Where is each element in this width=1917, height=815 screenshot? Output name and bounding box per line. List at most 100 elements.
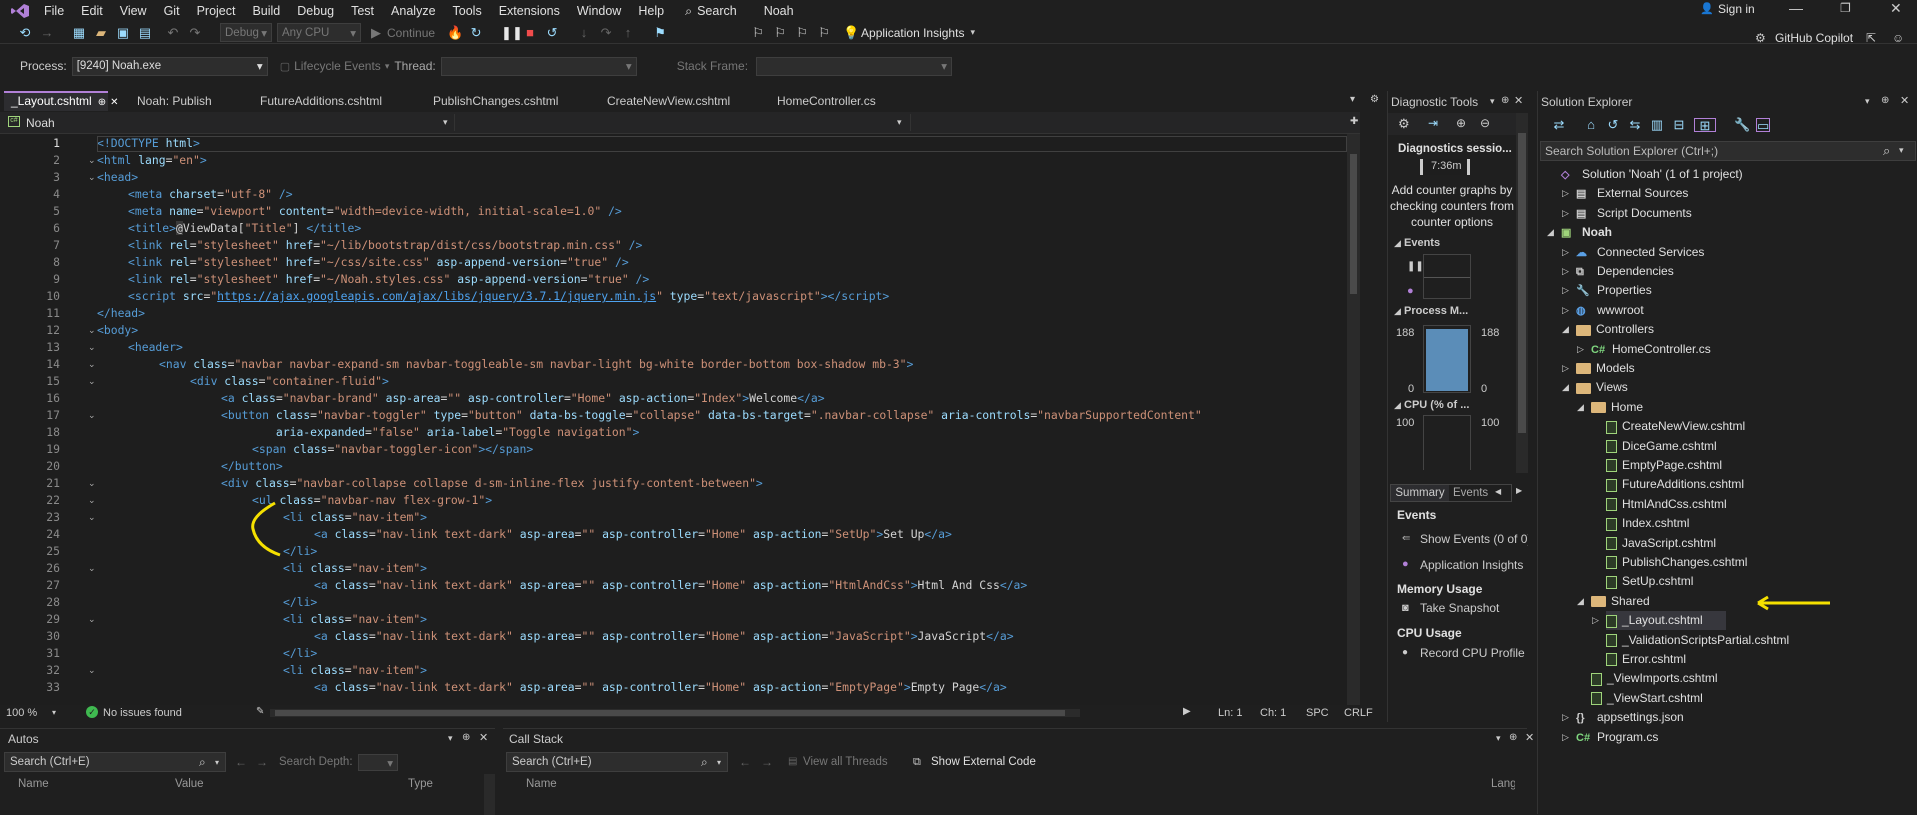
col-name[interactable]: Name bbox=[18, 778, 49, 790]
code-line[interactable]: <a class="nav-link text-dark" asp-area="… bbox=[97, 527, 952, 541]
memory-graph[interactable] bbox=[1423, 325, 1471, 393]
tree-item-validationscriptspartial-cshtml[interactable]: _ValidationScriptsPartial.cshtml bbox=[1606, 631, 1789, 650]
code-line[interactable]: <body> bbox=[97, 323, 138, 337]
tree-item-viewimports-cshtml[interactable]: _ViewImports.cshtml bbox=[1591, 669, 1717, 688]
sync-view-icon[interactable]: ⇄ bbox=[1552, 118, 1566, 132]
tree-item-appsettings-json[interactable]: {} appsettings.json bbox=[1576, 708, 1684, 727]
clear-bookmarks-icon[interactable]: ⚐ bbox=[817, 25, 831, 40]
minimize-icon[interactable]: — bbox=[1789, 0, 1803, 16]
export-icon[interactable]: ⇥ bbox=[1428, 116, 1438, 130]
tree-item-properties[interactable]: 🔧 Properties bbox=[1576, 281, 1652, 300]
tab-noah-publish[interactable]: Noah: Publish bbox=[130, 91, 250, 111]
collapse-arrow-icon[interactable]: ◢ bbox=[1577, 402, 1584, 413]
tree-item-homecontroller-cs[interactable]: C# HomeController.cs bbox=[1591, 340, 1711, 359]
menu-test[interactable]: Test bbox=[351, 4, 374, 18]
expand-arrow-icon[interactable]: ▷ bbox=[1562, 188, 1569, 199]
tree-item-javascript-cshtml[interactable]: JavaScript.cshtml bbox=[1606, 534, 1716, 553]
autos-pin-icon[interactable]: ⊕ bbox=[462, 732, 470, 743]
collapse-arrow-icon[interactable]: ◢ bbox=[1562, 382, 1569, 393]
application-insights-button[interactable]: Application Insights bbox=[861, 26, 964, 40]
collapse-arrow-icon[interactable]: ◢ bbox=[1562, 324, 1569, 335]
collapse-arrow-icon[interactable]: ◢ bbox=[1547, 227, 1554, 238]
code-line[interactable]: <button class="navbar-toggler" type="but… bbox=[97, 408, 1202, 422]
hot-reload-icon[interactable]: 🔥 bbox=[447, 25, 463, 40]
thread-dropdown[interactable]: ▾ bbox=[440, 56, 637, 76]
tree-item-setup-cshtml[interactable]: SetUp.cshtml bbox=[1606, 572, 1693, 591]
tree-item-publishchanges-cshtml[interactable]: PublishChanges.cshtml bbox=[1606, 553, 1747, 572]
code-line[interactable]: aria-expanded="false" aria-label="Toggle… bbox=[97, 425, 640, 439]
breakpoints-icon[interactable]: ⚑ bbox=[653, 25, 667, 40]
fold-toggle-icon[interactable]: ⌄ bbox=[88, 376, 96, 387]
process-dropdown[interactable]: [9240] Noah.exe ▾ bbox=[71, 56, 268, 76]
code-line[interactable]: </head> bbox=[97, 306, 145, 320]
menu-extensions[interactable]: Extensions bbox=[499, 4, 560, 18]
expand-arrow-icon[interactable]: ▷ bbox=[1562, 363, 1569, 374]
code-line[interactable]: <li class="nav-item"> bbox=[97, 663, 427, 677]
se-menu-icon[interactable]: ▾ bbox=[1865, 96, 1870, 107]
se-scrollbar[interactable] bbox=[1906, 161, 1917, 814]
code-line[interactable]: <header> bbox=[97, 340, 183, 354]
code-line[interactable]: <a class="navbar-brand" asp-area="" asp-… bbox=[97, 391, 825, 405]
save-all-icon[interactable]: ▤ bbox=[138, 25, 152, 40]
refresh-icon[interactable]: ▥ bbox=[1650, 118, 1664, 132]
properties-icon[interactable]: 🔧 bbox=[1734, 118, 1750, 132]
code-line[interactable]: <span class="navbar-toggler-icon"></span… bbox=[97, 442, 533, 456]
stop-icon[interactable]: ■ bbox=[523, 25, 537, 40]
lifecycle-chevron-icon[interactable]: ▾ bbox=[385, 61, 390, 72]
tab-next-icon[interactable]: ▶ bbox=[1516, 486, 1522, 495]
app-insights-icon[interactable]: 💡 bbox=[843, 25, 859, 40]
pending-changes-icon[interactable]: ⇆ bbox=[1628, 118, 1642, 132]
tree-item-noah[interactable]: ▣ Noah bbox=[1561, 223, 1612, 242]
diag-scrollbar[interactable] bbox=[1516, 113, 1528, 473]
line-number[interactable]: Ln: 1 bbox=[1218, 707, 1242, 719]
save-icon[interactable]: ▣ bbox=[116, 25, 130, 40]
feedback-icon[interactable]: ☺ bbox=[1892, 31, 1904, 45]
tree-item-dicegame-cshtml[interactable]: DiceGame.cshtml bbox=[1606, 437, 1717, 456]
restart-debug-icon[interactable]: ↺ bbox=[545, 25, 559, 40]
tree-item-home[interactable]: Home bbox=[1591, 398, 1643, 417]
back-icon[interactable]: ⟲ bbox=[18, 25, 32, 40]
autos-menu-icon[interactable]: ▾ bbox=[448, 733, 453, 744]
preview-icon[interactable]: ▭ bbox=[1756, 118, 1770, 133]
scroll-right-icon[interactable]: ▶ bbox=[1183, 706, 1191, 717]
code-line[interactable]: <meta charset="utf-8" /> bbox=[97, 187, 293, 201]
zoom-chevron-icon[interactable]: ▾ bbox=[52, 708, 56, 717]
tree-item-createnewview-cshtml[interactable]: CreateNewView.cshtml bbox=[1606, 417, 1745, 436]
cs-pin-icon[interactable]: ⊕ bbox=[1509, 732, 1517, 743]
expand-arrow-icon[interactable]: ▷ bbox=[1562, 712, 1569, 723]
show-external-code-button[interactable]: Show External Code bbox=[931, 756, 1036, 768]
fold-toggle-icon[interactable]: ⌄ bbox=[88, 325, 96, 336]
pause-icon[interactable]: ❚❚ bbox=[501, 25, 523, 40]
autos-search-chevron-icon[interactable]: ▾ bbox=[215, 754, 219, 772]
tree-item-script-documents[interactable]: ▤ Script Documents bbox=[1576, 204, 1692, 223]
split-editor-icon[interactable]: ✚ bbox=[1350, 116, 1358, 127]
autos-search-input[interactable]: Search (Ctrl+E) ⌕ ▾ bbox=[4, 752, 226, 772]
menu-project[interactable]: Project bbox=[197, 4, 236, 18]
fold-toggle-icon[interactable]: ⌄ bbox=[88, 359, 96, 370]
close-tab-icon[interactable]: ✕ bbox=[110, 97, 118, 108]
tree-item-models[interactable]: Models bbox=[1576, 359, 1635, 378]
continue-icon[interactable]: ▶ bbox=[369, 25, 383, 40]
cs-search-chevron-icon[interactable]: ▾ bbox=[717, 754, 721, 772]
undo-icon[interactable]: ↶ bbox=[166, 25, 180, 40]
vertical-scrollbar[interactable] bbox=[1347, 134, 1360, 705]
cs-back-icon[interactable]: ← bbox=[739, 755, 751, 769]
code-line[interactable]: <title>@ViewData["Title"] </title> bbox=[97, 221, 361, 235]
share-icon[interactable]: ⇱ bbox=[1866, 31, 1876, 45]
code-line[interactable]: <div class="container-fluid"> bbox=[97, 374, 389, 388]
cs-forward-icon[interactable]: → bbox=[761, 755, 773, 769]
code-line[interactable]: <a class="nav-link text-dark" asp-area="… bbox=[97, 629, 1014, 643]
menu-help[interactable]: Help bbox=[638, 4, 664, 18]
zoom-out-icon[interactable]: ⊖ bbox=[1480, 116, 1490, 130]
collapse-all-icon[interactable]: ⊟ bbox=[1672, 118, 1686, 132]
tree-item-error-cshtml[interactable]: Error.cshtml bbox=[1606, 650, 1686, 669]
lifecycle-events-dropdown[interactable]: Lifecycle Events bbox=[294, 59, 381, 73]
step-out-icon[interactable]: ↑ bbox=[621, 25, 635, 40]
tab-create-new-view[interactable]: CreateNewView.cshtml bbox=[600, 91, 760, 111]
expand-arrow-icon[interactable]: ▷ bbox=[1562, 732, 1569, 743]
tree-item-htmlandcss-cshtml[interactable]: HtmlAndCss.cshtml bbox=[1606, 495, 1727, 514]
code-line[interactable]: <nav class="navbar navbar-expand-sm navb… bbox=[97, 357, 913, 371]
tree-item-dependencies[interactable]: ⧉ Dependencies bbox=[1576, 262, 1674, 281]
fold-toggle-icon[interactable]: ⌄ bbox=[88, 665, 96, 676]
lifecycle-icon[interactable]: ▢ bbox=[280, 60, 290, 73]
